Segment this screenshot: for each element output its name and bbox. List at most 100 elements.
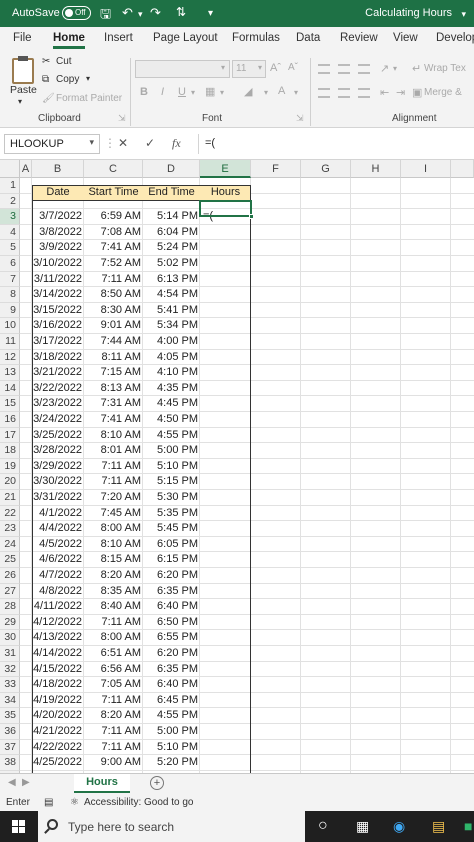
- date-cell[interactable]: 4/5/2022: [32, 537, 84, 553]
- end-time-cell[interactable]: 6:13 PM: [143, 272, 200, 288]
- date-cell[interactable]: 3/28/2022: [32, 443, 84, 459]
- hours-cell[interactable]: [200, 428, 251, 444]
- row-header[interactable]: 36: [0, 724, 20, 740]
- end-time-cell[interactable]: 5:34 PM: [143, 318, 200, 334]
- decrease-font-icon[interactable]: Aˇ: [288, 62, 298, 73]
- end-time-cell[interactable]: 4:10 PM: [143, 365, 200, 381]
- hours-cell[interactable]: [200, 584, 251, 600]
- increase-indent-icon[interactable]: ⇥: [396, 86, 405, 99]
- date-cell[interactable]: 4/1/2022: [32, 506, 84, 522]
- row-header[interactable]: 33: [0, 677, 20, 693]
- cancel-icon[interactable]: ✕: [118, 136, 128, 150]
- hours-cell[interactable]: [200, 459, 251, 475]
- start-time-cell[interactable]: 8:11 AM: [84, 350, 143, 366]
- hours-cell[interactable]: [200, 240, 251, 256]
- date-cell[interactable]: 3/14/2022: [32, 287, 84, 303]
- tab-formulas[interactable]: Formulas: [232, 32, 280, 44]
- windows-start-icon[interactable]: [12, 820, 25, 833]
- insert-function-icon[interactable]: fx: [172, 136, 181, 151]
- header-start-time[interactable]: Start Time: [84, 185, 143, 201]
- date-cell[interactable]: 3/17/2022: [32, 334, 84, 350]
- row-header[interactable]: 15: [0, 396, 20, 412]
- end-time-cell[interactable]: 5:02 PM: [143, 256, 200, 272]
- row-header[interactable]: 24: [0, 536, 20, 553]
- date-cell[interactable]: 3/25/2022: [32, 428, 84, 444]
- date-cell[interactable]: 3/18/2022: [32, 350, 84, 366]
- start-time-cell[interactable]: 8:13 AM: [84, 381, 143, 397]
- hours-cell[interactable]: [200, 272, 251, 288]
- hours-cell[interactable]: [200, 318, 251, 334]
- end-time-cell[interactable]: 6:45 PM: [143, 693, 200, 709]
- row-header[interactable]: 13: [0, 365, 20, 381]
- start-time-cell[interactable]: 7:15 AM: [84, 365, 143, 381]
- hours-cell[interactable]: [200, 287, 251, 303]
- fill-handle[interactable]: [249, 214, 254, 219]
- accessibility-status[interactable]: Accessibility: Good to go: [84, 797, 194, 808]
- date-cell[interactable]: 3/8/2022: [32, 225, 84, 241]
- start-time-cell[interactable]: 7:11 AM: [84, 272, 143, 288]
- wrap-text-icon[interactable]: ↵: [412, 62, 421, 75]
- align-center-icon[interactable]: [338, 88, 350, 98]
- start-time-cell[interactable]: 8:30 AM: [84, 303, 143, 319]
- tab-file[interactable]: File: [13, 32, 32, 44]
- date-cell[interactable]: 4/19/2022: [32, 693, 84, 709]
- underline-dropdown-icon[interactable]: ▾: [191, 88, 195, 97]
- start-time-cell[interactable]: 6:56 AM: [84, 662, 143, 678]
- date-cell[interactable]: 3/15/2022: [32, 303, 84, 319]
- column-header-b[interactable]: B: [32, 160, 84, 178]
- end-time-cell[interactable]: 4:50 PM: [143, 412, 200, 428]
- format-painter-button[interactable]: Format Painter: [56, 93, 122, 104]
- row-header[interactable]: 21: [0, 490, 20, 506]
- end-time-cell[interactable]: 5:00 PM: [143, 724, 200, 740]
- start-time-cell[interactable]: 7:11 AM: [84, 724, 143, 740]
- font-name-box[interactable]: [135, 60, 230, 78]
- hours-cell[interactable]: [200, 568, 251, 584]
- date-cell[interactable]: 4/14/2022: [32, 646, 84, 662]
- end-time-cell[interactable]: 6:35 PM: [143, 584, 200, 600]
- hours-cell[interactable]: [200, 303, 251, 319]
- start-time-cell[interactable]: 7:05 AM: [84, 677, 143, 693]
- orientation-icon[interactable]: ↗: [380, 62, 389, 75]
- start-time-cell[interactable]: 7:52 AM: [84, 256, 143, 272]
- row-header[interactable]: 2: [0, 193, 20, 210]
- row-header[interactable]: 3: [0, 209, 20, 225]
- row-header[interactable]: 23: [0, 521, 20, 537]
- column-header-f[interactable]: F: [251, 160, 301, 178]
- hours-cell[interactable]: [200, 662, 251, 678]
- start-time-cell[interactable]: 8:00 AM: [84, 630, 143, 646]
- fill-dropdown-icon[interactable]: ▾: [264, 88, 268, 97]
- end-time-cell[interactable]: 5:45 PM: [143, 521, 200, 537]
- start-time-cell[interactable]: 6:51 AM: [84, 646, 143, 662]
- hours-cell[interactable]: [200, 256, 251, 272]
- column-header-e[interactable]: E: [200, 160, 251, 178]
- date-cell[interactable]: 4/21/2022: [32, 724, 84, 740]
- row-header[interactable]: 34: [0, 692, 20, 709]
- end-time-cell[interactable]: 4:05 PM: [143, 350, 200, 366]
- font-launcher-icon[interactable]: ⇲: [296, 113, 304, 124]
- row-header[interactable]: 17: [0, 427, 20, 444]
- start-time-cell[interactable]: 8:00 AM: [84, 521, 143, 537]
- start-time-cell[interactable]: 7:11 AM: [84, 615, 143, 631]
- end-time-cell[interactable]: 6:50 PM: [143, 615, 200, 631]
- row-header[interactable]: 18: [0, 443, 20, 459]
- end-time-cell[interactable]: 4:54 PM: [143, 287, 200, 303]
- row-header[interactable]: 14: [0, 380, 20, 397]
- merge-icon[interactable]: ▣: [412, 86, 422, 99]
- start-time-cell[interactable]: 9:01 AM: [84, 318, 143, 334]
- date-cell[interactable]: 4/4/2022: [32, 521, 84, 537]
- hours-cell[interactable]: [200, 552, 251, 568]
- hours-cell[interactable]: [200, 396, 251, 412]
- merge-button[interactable]: Merge &: [424, 87, 462, 98]
- end-time-cell[interactable]: 5:24 PM: [143, 240, 200, 256]
- font-color-icon[interactable]: A: [278, 85, 285, 97]
- increase-font-icon[interactable]: Aˆ: [270, 62, 281, 74]
- start-time-cell[interactable]: 8:15 AM: [84, 552, 143, 568]
- title-dropdown-icon[interactable]: ▾: [461, 9, 466, 20]
- name-box-dropdown-icon[interactable]: ▾: [89, 137, 94, 148]
- start-time-cell[interactable]: 7:11 AM: [84, 459, 143, 475]
- hours-cell[interactable]: [200, 443, 251, 459]
- align-left-icon[interactable]: [318, 88, 330, 98]
- hours-cell[interactable]: [200, 615, 251, 631]
- hours-cell[interactable]: [200, 677, 251, 693]
- tab-page-layout[interactable]: Page Layout: [153, 32, 218, 44]
